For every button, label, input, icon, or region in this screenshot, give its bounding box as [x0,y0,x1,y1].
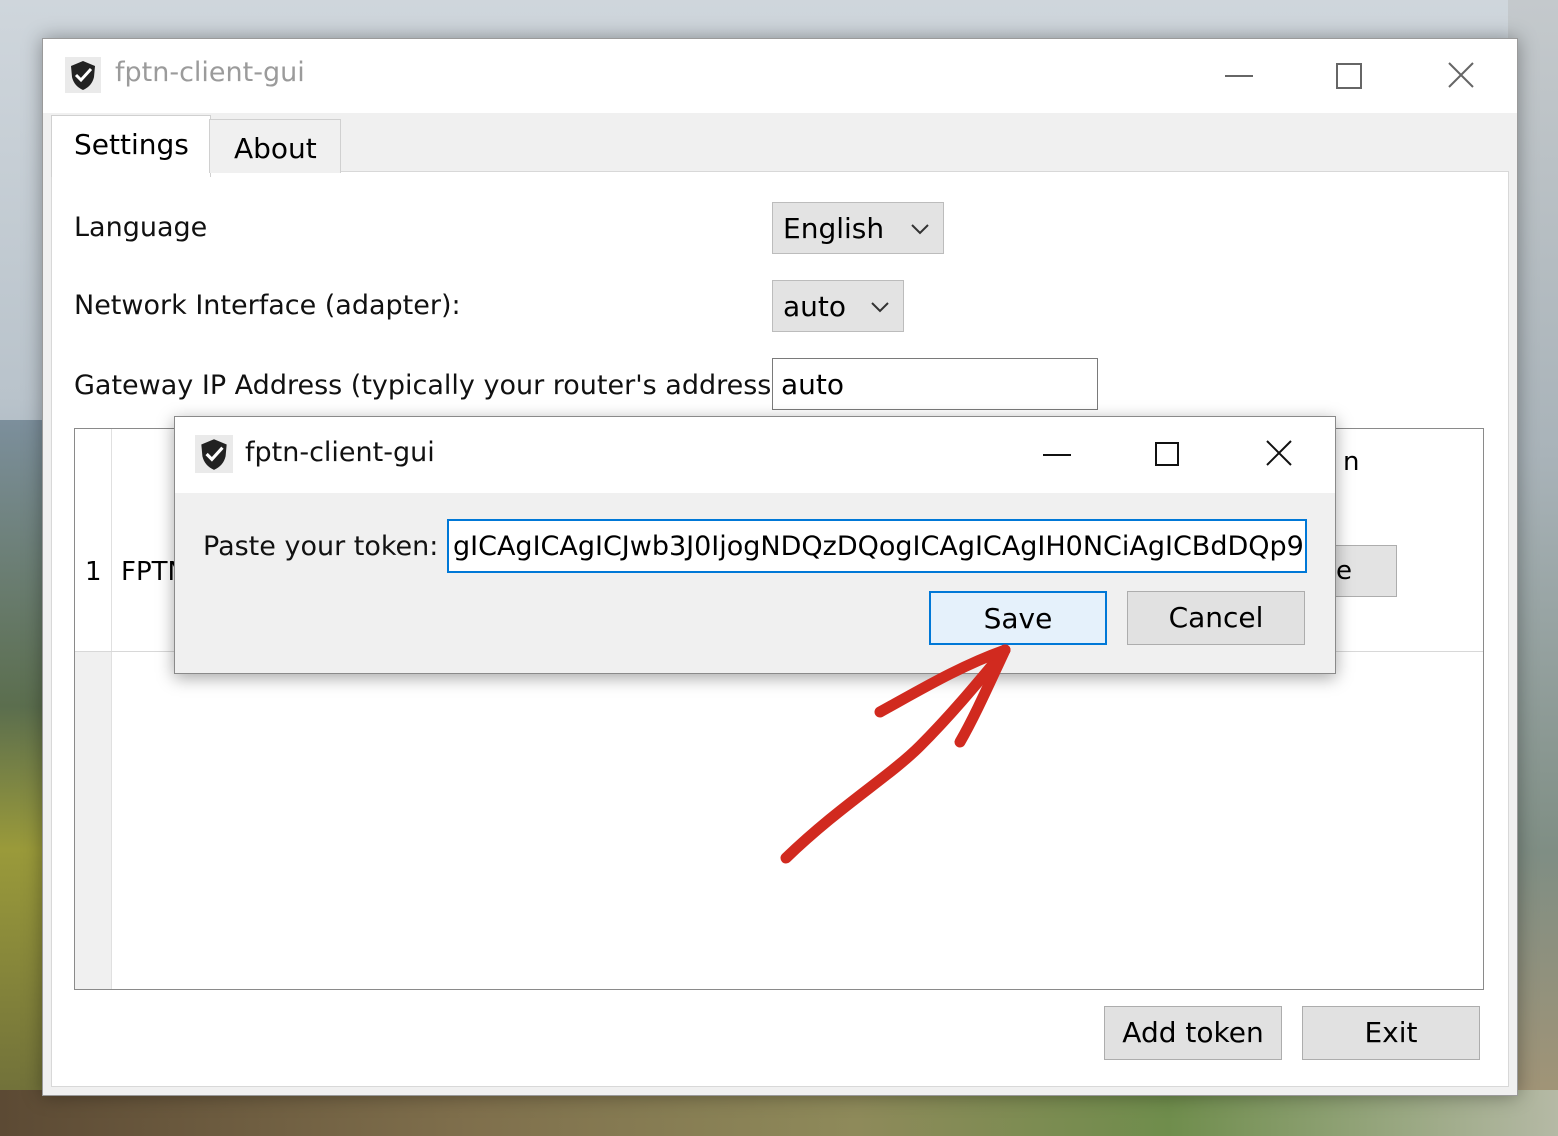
dialog-close-button[interactable] [1249,431,1309,481]
exit-button[interactable]: Exit [1302,1006,1480,1060]
column-header: n [1343,447,1360,477]
close-icon [1448,62,1474,88]
window-title: fptn-client-gui [115,57,305,88]
dialog-minimize-button[interactable] [1027,431,1087,481]
network-interface-value: auto [783,290,847,323]
dialog-title: fptn-client-gui [245,437,435,468]
maximize-icon [1336,63,1362,89]
add-token-button[interactable]: Add token [1104,1006,1282,1060]
minimize-button[interactable] [1209,51,1269,101]
close-button[interactable] [1431,51,1491,101]
title-bar[interactable]: fptn-client-gui [43,39,1517,113]
maximize-button[interactable] [1319,51,1379,101]
minimize-icon [1043,454,1071,456]
row-action-label: e [1336,556,1352,586]
shield-icon [195,435,233,473]
token-input[interactable]: gICAgICAgICJwb3J0IjogNDQzDQogICAgICAgIH0… [447,519,1307,573]
close-icon [1266,440,1292,466]
token-dialog: fptn-client-gui Paste your token: gICAgI… [174,416,1336,674]
token-label: Paste your token: [203,531,439,562]
network-interface-label: Network Interface (adapter): [74,290,461,321]
row-header-cell [75,429,111,651]
language-select-value: English [783,212,885,245]
maximize-icon [1155,442,1179,466]
tab-settings[interactable]: Settings [51,115,211,177]
network-interface-select[interactable]: auto [772,280,904,332]
language-select[interactable]: English [772,202,944,254]
chevron-down-icon [871,302,889,313]
desktop-background-bottom [0,1090,1558,1136]
gateway-ip-label: Gateway IP Address (typically your route… [74,370,791,401]
minimize-icon [1225,75,1253,77]
chevron-down-icon [911,224,929,235]
row-number: 1 [85,557,102,587]
dialog-maximize-button[interactable] [1137,431,1197,481]
row-action-button[interactable]: e [1331,545,1397,597]
cancel-button[interactable]: Cancel [1127,591,1305,645]
shield-icon [65,57,101,93]
gateway-ip-input[interactable]: auto [772,358,1098,410]
tab-about[interactable]: About [209,119,341,173]
language-label: Language [74,212,208,243]
red-arrow-annotation [780,644,1011,864]
dialog-title-bar[interactable]: fptn-client-gui [175,417,1335,493]
